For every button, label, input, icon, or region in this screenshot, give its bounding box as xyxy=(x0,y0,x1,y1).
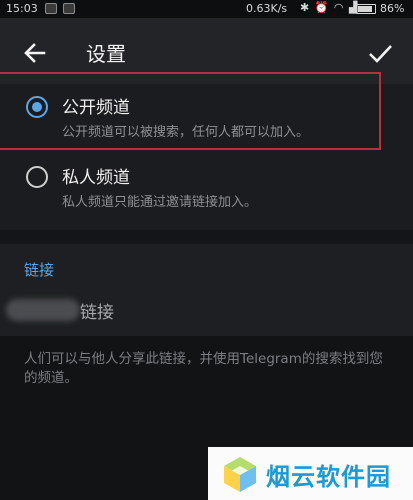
link-section: 链接 链接 xyxy=(0,244,413,336)
status-icons: ✱ ⏰ ◠ ▟ xyxy=(300,1,359,14)
radio-button[interactable] xyxy=(26,96,48,118)
section-header: 链接 xyxy=(24,261,55,279)
network-speed: 0.63K/s xyxy=(246,2,288,15)
wifi-icon: ◠ xyxy=(333,1,345,14)
info-text: 人们可以与他人分享此链接，并使用Telegram的搜索找到您的频道。 xyxy=(24,351,383,386)
alarm-icon: ⏰ xyxy=(314,1,330,14)
notification-app-icon xyxy=(45,3,57,14)
channel-type-section: 公开频道 公开频道可以被搜索，任何人都可以加入。 私人频道 私人频道只能通过邀请… xyxy=(0,84,413,230)
link-value: 链接 xyxy=(80,303,114,323)
battery-icon xyxy=(356,4,376,14)
cube-logo-icon xyxy=(224,457,256,492)
radio-option-private[interactable]: 私人频道 私人频道只能通过邀请链接加入。 xyxy=(0,152,413,220)
battery-percent: 86% xyxy=(380,2,405,15)
radio-button[interactable] xyxy=(26,166,48,188)
app-bar: 设置 xyxy=(0,18,413,84)
blurred-link-prefix xyxy=(6,299,80,321)
watermark-text: 烟云软件园 xyxy=(266,463,391,491)
arrow-left-icon xyxy=(24,43,46,63)
watermark: 烟云软件园 xyxy=(208,447,413,500)
status-time: 15:03 xyxy=(6,2,38,15)
link-field[interactable]: 链接 xyxy=(0,296,413,328)
bluetooth-icon: ✱ xyxy=(300,1,311,14)
radio-label: 公开频道 xyxy=(62,98,130,118)
back-button[interactable] xyxy=(20,38,50,68)
status-bar: 15:03 0.63K/s ✱ ⏰ ◠ ▟ 86% xyxy=(0,0,413,18)
radio-description: 公开频道可以被搜索，任何人都可以加入。 xyxy=(62,125,310,140)
section-divider xyxy=(0,230,413,244)
radio-label: 私人频道 xyxy=(62,168,130,188)
confirm-button[interactable] xyxy=(365,38,395,68)
notification-app-icon xyxy=(63,3,75,14)
radio-description: 私人频道只能通过邀请链接加入。 xyxy=(62,195,258,210)
radio-option-public[interactable]: 公开频道 公开频道可以被搜索，任何人都可以加入。 xyxy=(0,84,413,152)
check-icon xyxy=(369,45,392,63)
page-title: 设置 xyxy=(86,42,126,66)
